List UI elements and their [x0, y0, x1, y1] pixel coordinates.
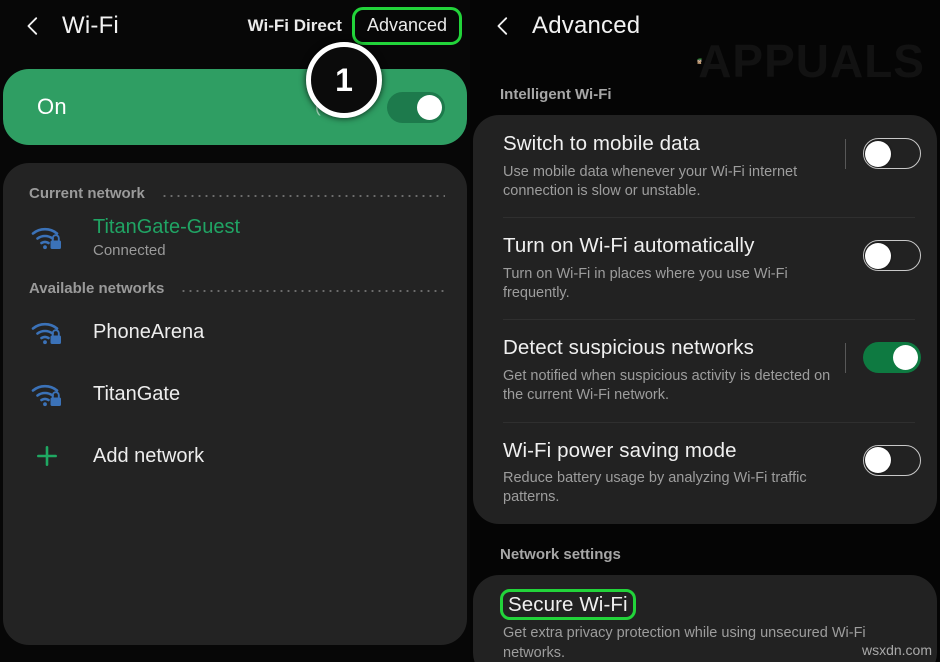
section-title-intelligent-wifi: Intelligent Wi-Fi	[500, 86, 612, 103]
network-row-phonearena[interactable]: PhoneArena	[3, 301, 467, 363]
toggle-knob	[865, 447, 891, 474]
chevron-left-icon[interactable]	[492, 15, 514, 37]
wifi-lock-icon	[29, 222, 65, 252]
section-label: Current network	[29, 185, 145, 202]
network-list-card: Current network TitanGate-Guest Connecte…	[3, 163, 467, 645]
page-title: Advanced	[532, 12, 641, 39]
wifi-lock-icon	[29, 317, 65, 347]
add-network-row[interactable]: Add network	[3, 425, 467, 487]
setting-description: Get extra privacy protection while using…	[503, 625, 866, 661]
section-title-network-settings: Network settings	[500, 545, 621, 563]
setting-title: Turn on Wi-Fi automatically	[503, 234, 755, 258]
secure-wifi-label[interactable]: Secure Wi-Fi	[500, 588, 636, 621]
screenshot-root: Wi-Fi Wi-Fi Direct Advanced On ( ) Curre…	[0, 0, 940, 662]
network-row-current[interactable]: TitanGate-Guest Connected	[3, 206, 467, 268]
setting-text: Detect suspicious networks Get notified …	[503, 335, 845, 405]
setting-text: Secure Wi-Fi Get extra privacy protectio…	[500, 588, 921, 662]
toggle-switch-off[interactable]	[863, 138, 921, 169]
callout-number: 1	[335, 61, 353, 98]
wifi-direct-button[interactable]: Wi-Fi Direct	[244, 14, 346, 38]
setting-text: Turn on Wi-Fi automatically Turn on Wi-F…	[503, 233, 845, 303]
toggle-knob	[417, 94, 442, 120]
network-row-text: TitanGate-Guest Connected	[93, 215, 240, 259]
toggle-knob	[893, 345, 918, 371]
network-row-titangate[interactable]: TitanGate	[3, 363, 467, 425]
network-row-text: Add network	[93, 444, 204, 468]
add-network-label: Add network	[93, 445, 205, 467]
network-row-text: TitanGate	[93, 382, 180, 406]
callout-badge-1: 1	[306, 42, 382, 118]
setting-control	[845, 335, 921, 374]
section-header-available-networks: Available networks	[3, 268, 467, 301]
setting-text: Wi-Fi power saving mode Reduce battery u…	[503, 438, 845, 508]
intelligent-wifi-card: Switch to mobile data Use mobile data wh…	[473, 115, 937, 524]
dotted-divider	[160, 194, 445, 197]
network-row-text: PhoneArena	[93, 320, 204, 344]
plus-icon	[29, 443, 65, 469]
setting-control	[845, 131, 921, 169]
chevron-left-icon[interactable]	[22, 15, 44, 37]
vertical-divider	[845, 342, 846, 373]
wifi-toggle-banner[interactable]: On ( )	[3, 69, 467, 145]
setting-title: Detect suspicious networks	[503, 336, 754, 360]
advanced-button[interactable]: Advanced	[351, 7, 462, 45]
advanced-settings-panel: Advanced APPUALS Intelligent Wi-Fi Switc…	[470, 0, 940, 662]
network-status: Connected	[93, 242, 166, 259]
setting-text: Switch to mobile data Use mobile data wh…	[503, 131, 845, 201]
toggle-knob	[865, 140, 891, 167]
setting-description: Use mobile data whenever your Wi-Fi inte…	[503, 163, 798, 199]
toggle-switch-off[interactable]	[863, 240, 921, 272]
wifi-settings-panel: Wi-Fi Wi-Fi Direct Advanced On ( ) Curre…	[0, 0, 470, 662]
setting-control	[845, 233, 921, 272]
vertical-divider	[845, 138, 846, 169]
page-title: Wi-Fi	[62, 12, 119, 39]
wifi-state-label: On	[37, 94, 67, 119]
right-topbar: Advanced	[470, 0, 940, 52]
network-name: TitanGate	[93, 383, 181, 405]
setting-title: Switch to mobile data	[503, 132, 700, 155]
left-topbar: Wi-Fi Wi-Fi Direct Advanced	[0, 0, 470, 52]
network-name: PhoneArena	[93, 321, 205, 343]
section-header-current-network: Current network	[3, 173, 467, 206]
wsxdn-watermark: wsxdn.com	[861, 642, 932, 658]
toggle-switch-off[interactable]	[863, 444, 921, 476]
setting-title: Secure Wi-Fi	[500, 588, 909, 621]
setting-row-wifi-power-saving-mode[interactable]: Wi-Fi power saving mode Reduce battery u…	[473, 421, 937, 524]
setting-title: Wi-Fi power saving mode	[503, 438, 737, 462]
wifi-master-toggle[interactable]	[387, 91, 445, 123]
setting-description: Get notified when suspicious activity is…	[503, 368, 831, 404]
setting-row-detect-suspicious-networks[interactable]: Detect suspicious networks Get notified …	[473, 319, 937, 421]
network-name: TitanGate-Guest	[93, 216, 241, 238]
toggle-switch-on[interactable]	[863, 342, 921, 374]
dotted-divider	[180, 289, 445, 292]
wifi-lock-icon	[29, 379, 65, 409]
setting-description: Reduce battery usage by analyzing Wi-Fi …	[503, 470, 807, 506]
toggle-knob	[865, 242, 891, 269]
section-label: Available networks	[29, 280, 165, 297]
setting-description: Turn on Wi-Fi in places where you use Wi…	[503, 265, 788, 302]
setting-row-turn-on-wifi-automatically[interactable]: Turn on Wi-Fi automatically Turn on Wi-F…	[473, 217, 937, 319]
setting-row-switch-to-mobile-data[interactable]: Switch to mobile data Use mobile data wh…	[473, 115, 937, 217]
setting-control	[845, 438, 921, 476]
